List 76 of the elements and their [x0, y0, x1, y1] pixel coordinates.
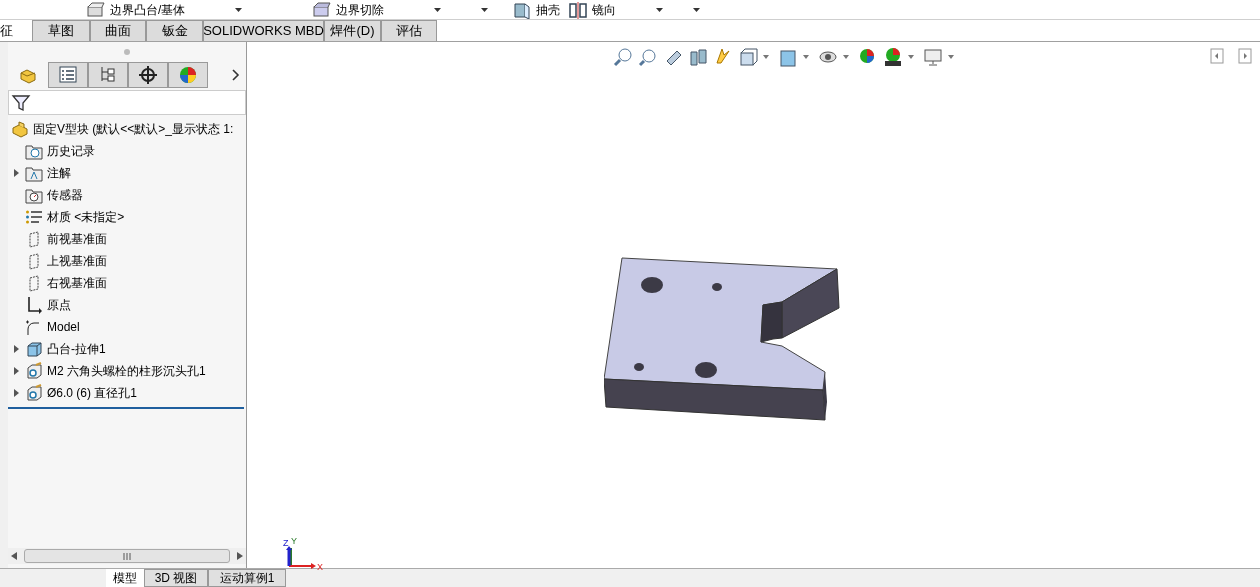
bottom-tab[interactable]: 运动算例1 — [208, 569, 286, 587]
y-axis-label: Y — [291, 536, 297, 546]
cut-button[interactable]: 边界切除 — [312, 1, 385, 18]
dimxpert-manager-tab[interactable] — [128, 62, 168, 88]
boss-button[interactable]: 边界凸台/基体 — [86, 1, 186, 18]
tree-item[interactable]: 传感器 — [47, 186, 83, 204]
command-tab[interactable]: 曲面 — [90, 20, 146, 41]
caret-icon — [434, 7, 442, 12]
filter-field[interactable] — [8, 90, 246, 115]
tree-item[interactable]: Model — [47, 318, 80, 336]
history-icon — [25, 142, 43, 160]
collapsed-arrow-icon[interactable] — [14, 169, 19, 177]
scroll-right-icon[interactable] — [237, 552, 243, 560]
mirror-button[interactable]: 镜向 — [568, 1, 617, 18]
tree-item[interactable]: M2 六角头螺栓的柱形沉头孔1 — [47, 362, 206, 380]
dropdown-arrow-icon[interactable] — [908, 55, 914, 59]
dropdown-arrow-icon[interactable] — [843, 55, 849, 59]
tree-item[interactable]: 历史记录 — [47, 142, 95, 160]
previous-pane-icon[interactable] — [1210, 48, 1224, 64]
zoom-fit-icon[interactable] — [613, 47, 633, 67]
caret-icon — [235, 7, 243, 12]
material-icon — [25, 208, 43, 226]
z-axis-label: Z — [283, 538, 289, 548]
command-tab[interactable]: 评估 — [381, 20, 437, 41]
filter-icon — [11, 92, 31, 113]
zoom-area-icon[interactable] — [638, 47, 658, 67]
collapsed-arrow-icon[interactable] — [14, 389, 19, 397]
dropdown-arrow-icon[interactable] — [803, 55, 809, 59]
collapsed-arrow-icon[interactable] — [14, 367, 19, 375]
bottom-tab[interactable]: 3D 视图 — [144, 569, 208, 587]
collapsed-arrow-icon[interactable] — [14, 345, 19, 353]
shell-button[interactable]: 抽壳 — [512, 1, 561, 18]
scroll-left-icon[interactable] — [11, 552, 17, 560]
command-tab[interactable]: 焊件(D) — [324, 20, 381, 41]
horizontal-scrollbar[interactable] — [8, 548, 246, 564]
tree-item[interactable]: 材质 <未指定> — [47, 208, 125, 226]
mirror-icon — [568, 0, 589, 19]
caret-icon — [481, 7, 489, 12]
command-tab[interactable]: 钣金 — [146, 20, 203, 41]
dimxpert-icon — [137, 64, 159, 86]
origin-icon — [25, 296, 43, 314]
dropdown-arrow-icon[interactable] — [948, 55, 954, 59]
shell-icon — [512, 0, 533, 19]
scrollbar-thumb[interactable] — [24, 549, 230, 563]
command-tab[interactable]: SOLIDWORKS MBD — [203, 20, 324, 41]
tree-item[interactable]: 原点 — [47, 296, 71, 314]
tree-item[interactable]: 前视基准面 — [47, 230, 107, 248]
property-manager-tab[interactable] — [48, 62, 88, 88]
tree-item[interactable]: Ø6.0 (6) 直径孔1 — [47, 384, 138, 402]
display-icon[interactable] — [923, 47, 943, 67]
bottom-tab[interactable]: 模型 — [106, 569, 144, 587]
tree-item[interactable]: 凸台-拉伸1 — [47, 340, 106, 358]
display-icon — [177, 64, 199, 86]
view-orientation-icon[interactable] — [738, 47, 758, 67]
tree-item[interactable]: 上视基准面 — [47, 252, 107, 270]
command-tab[interactable]: 草图 — [32, 20, 90, 41]
cut-icon — [312, 0, 333, 19]
sensor-icon — [25, 186, 43, 204]
extrude-icon — [25, 340, 43, 358]
annotation-icon — [25, 164, 43, 182]
caret-icon — [656, 7, 664, 12]
hole-icon — [25, 362, 43, 380]
property-icon — [57, 64, 79, 86]
hole-icon — [25, 384, 43, 402]
x-axis-label: X — [317, 562, 323, 572]
tree-item[interactable]: 右视基准面 — [47, 274, 107, 292]
boss-icon — [86, 0, 106, 19]
dropdown-arrow-icon[interactable] — [763, 55, 769, 59]
display-manager-tab[interactable] — [168, 62, 208, 88]
tree-item[interactable]: 注解 — [47, 164, 71, 182]
chevron-right-icon — [232, 69, 240, 81]
splitter-handle[interactable] — [124, 49, 130, 55]
config-manager-tab[interactable] — [88, 62, 128, 88]
caret-icon — [693, 7, 701, 12]
next-pane-icon[interactable] — [1238, 48, 1252, 64]
tree-item[interactable]: 固定V型块 (默认<<默认>_显示状态 1: — [33, 120, 234, 138]
